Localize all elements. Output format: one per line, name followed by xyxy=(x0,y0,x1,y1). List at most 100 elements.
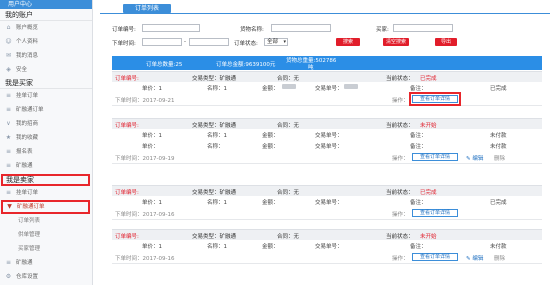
order-footer: 下单时间：2017-09-16 操作： 查看订单详情 xyxy=(112,207,542,220)
view-order-detail-button[interactable]: 查看订单详情 xyxy=(409,92,461,106)
order-amount: 金额： xyxy=(262,133,279,139)
order-time: 下单时间：2017-09-21 xyxy=(115,98,175,104)
export-button[interactable]: 导出 xyxy=(435,38,457,46)
list-icon: ≡ xyxy=(5,106,12,113)
order-trade-no: 交易单号： xyxy=(315,144,343,150)
sidebar-item-seller-orders[interactable]: ≡ 挂单订单 xyxy=(0,186,92,200)
order-no-input[interactable] xyxy=(142,24,200,32)
tab-underline xyxy=(100,13,550,14)
view-order-detail-button[interactable]: 查看订单详情 xyxy=(412,253,458,261)
order-name: 名称：1 xyxy=(207,244,227,250)
order-no-label: 订单编号: xyxy=(115,76,139,82)
sidebar-header: 用户中心 xyxy=(0,0,92,9)
order-no-label: 订单编号: xyxy=(115,190,139,196)
order-amount: 金额： xyxy=(262,144,279,150)
tab-order-list[interactable]: 订单列表 xyxy=(123,4,171,13)
order-footer: 下单时间：2017-09-19 操作： 查看订单详情 ✎ 编辑 删除 xyxy=(112,151,542,164)
gear-icon: ⚙ xyxy=(5,273,12,280)
order-note: 备注： xyxy=(410,86,427,92)
buyer-input[interactable] xyxy=(393,24,453,32)
order-name: 名称：1 xyxy=(207,133,227,139)
status-label: 订单状态: xyxy=(234,41,258,47)
message-icon: ✉ xyxy=(5,52,12,59)
sidebar-item-invest[interactable]: ∨ 我的招商 xyxy=(0,117,92,131)
goods-input[interactable] xyxy=(271,24,331,32)
order-trade-no: 交易单号： xyxy=(315,86,343,92)
shield-icon: ◈ xyxy=(6,66,11,73)
status-select[interactable]: 全部 xyxy=(264,38,288,46)
order-time: 下单时间：2017-09-16 xyxy=(115,212,175,218)
order-trade-no: 交易单号： xyxy=(315,133,343,139)
order-item-row: 单价：1 名称：1 金额： 交易单号： 备注： 未付款 xyxy=(112,240,542,251)
sidebar-item-overview[interactable]: ⌂ 账户概览 xyxy=(0,21,92,35)
star-icon: ★ xyxy=(5,134,12,141)
order-no-label: 订单编号: xyxy=(115,123,139,129)
order-status: 未开始 xyxy=(420,234,437,240)
order-contract: 合同：无 xyxy=(277,123,300,129)
order-op-label: 操作： xyxy=(392,212,409,218)
order-trade-type: 交易类型：矿融通 xyxy=(192,234,237,240)
sidebar-item-buyer-orders[interactable]: ≡ 挂单订单 xyxy=(0,89,92,103)
date-separator: - xyxy=(184,39,186,45)
order-note: 备注： xyxy=(410,244,427,250)
order-op-label: 操作： xyxy=(392,156,409,162)
order-card: 订单编号: 交易类型：矿融通 合同：无 当前状态： 未开始 单价：1 名称：1 … xyxy=(112,118,542,164)
sidebar-group-buyer: 我是买家 xyxy=(0,77,92,89)
order-time: 下单时间：2017-09-19 xyxy=(115,156,175,162)
order-name: 名称：1 xyxy=(207,86,227,92)
order-name: 名称：1 xyxy=(207,200,227,206)
order-state: 已完成 xyxy=(490,86,507,92)
order-contract: 合同：无 xyxy=(277,76,300,82)
order-card: 订单编号: 交易类型：矿融通 合同：无 当前状态： 未开始 单价：1 名称：1 … xyxy=(112,229,542,264)
order-price: 单价：1 xyxy=(142,200,162,206)
sidebar: 用户中心 我的账户 ⌂ 账户概览 ☺ 个人资料 ✉ 我的消息 ◈ 安全 我是买家 ≡ 挂单… xyxy=(0,0,93,285)
order-item-row: 单价：1 名称：1 金额： 交易单号： 备注： 已完成 xyxy=(112,196,542,207)
order-status-label: 当前状态： xyxy=(386,123,414,129)
total-count: 订单总数量:25 xyxy=(146,62,183,68)
order-state: 已完成 xyxy=(490,200,507,206)
sidebar-item-krt[interactable]: ≡ 矿融通 xyxy=(0,159,92,173)
sidebar-subitem-buyers[interactable]: 买家管理 xyxy=(0,242,92,256)
order-note: 备注： xyxy=(410,133,427,139)
sidebar-item-registration[interactable]: ≡ 报名表 xyxy=(0,145,92,159)
sidebar-subitem-supply[interactable]: 供单管理 xyxy=(0,228,92,242)
order-op-label: 操作： xyxy=(392,98,409,104)
view-order-detail-button[interactable]: 查看订单详情 xyxy=(412,153,458,161)
order-card: 订单编号: 交易类型：矿融通 合同：无 当前状态： 已完成 单价：1 名称：1 … xyxy=(112,71,542,106)
view-order-detail-button[interactable]: 查看订单详情 xyxy=(412,209,458,217)
delete-link[interactable]: 删除 xyxy=(494,254,505,262)
sidebar-item-favorites[interactable]: ★ 我的收藏 xyxy=(0,131,92,145)
search-button[interactable]: 搜索 xyxy=(336,38,360,46)
time-label: 下单时间: xyxy=(112,41,136,47)
order-status-label: 当前状态： xyxy=(386,190,414,196)
edit-link[interactable]: ✎ 编辑 xyxy=(466,254,483,262)
delete-link[interactable]: 删除 xyxy=(494,154,505,162)
start-date-input[interactable] xyxy=(142,38,182,46)
sidebar-item-seller-krt-orders[interactable]: ▼ 矿融通订单 xyxy=(1,200,90,214)
order-trade-type: 交易类型：矿融通 xyxy=(192,76,237,82)
sidebar-subitem-order-list[interactable]: 订单列表 xyxy=(0,214,92,228)
order-amount: 金额： xyxy=(262,244,279,250)
goods-label: 货物名称: xyxy=(240,27,264,33)
sidebar-group-seller[interactable]: 我是卖家 xyxy=(1,174,90,186)
clear-search-button[interactable]: 清空搜索 xyxy=(383,38,409,46)
order-price: 单价： xyxy=(142,144,159,150)
sidebar-item-security[interactable]: ◈ 安全 xyxy=(0,63,92,77)
user-icon: ☺ xyxy=(5,38,12,45)
order-price: 单价：1 xyxy=(142,244,162,250)
order-item-row: 单价：1 名称：1 金额： 交易单号： 备注： 未付款 xyxy=(112,129,542,140)
list-icon: ≡ xyxy=(5,92,12,99)
edit-link[interactable]: ✎ 编辑 xyxy=(466,154,483,162)
order-status-label: 当前状态： xyxy=(386,234,414,240)
order-header: 订单编号: 交易类型：矿融通 合同：无 当前状态： 已完成 xyxy=(112,185,542,196)
order-state: 未付款 xyxy=(490,244,507,250)
sidebar-item-krt-2[interactable]: ≡ 矿融通 xyxy=(0,256,92,270)
sidebar-item-warehouse[interactable]: ⚙ 仓库设置 xyxy=(0,270,92,284)
order-op-label: 操作： xyxy=(392,256,409,262)
list-icon: ≡ xyxy=(5,189,12,196)
sidebar-item-messages[interactable]: ✉ 我的消息 xyxy=(0,49,92,63)
sidebar-item-buyer-krt-orders[interactable]: ≡ 矿融通订单 xyxy=(0,103,92,117)
order-note: 备注： xyxy=(410,200,427,206)
end-date-input[interactable] xyxy=(189,38,229,46)
sidebar-item-profile[interactable]: ☺ 个人资料 xyxy=(0,35,92,49)
